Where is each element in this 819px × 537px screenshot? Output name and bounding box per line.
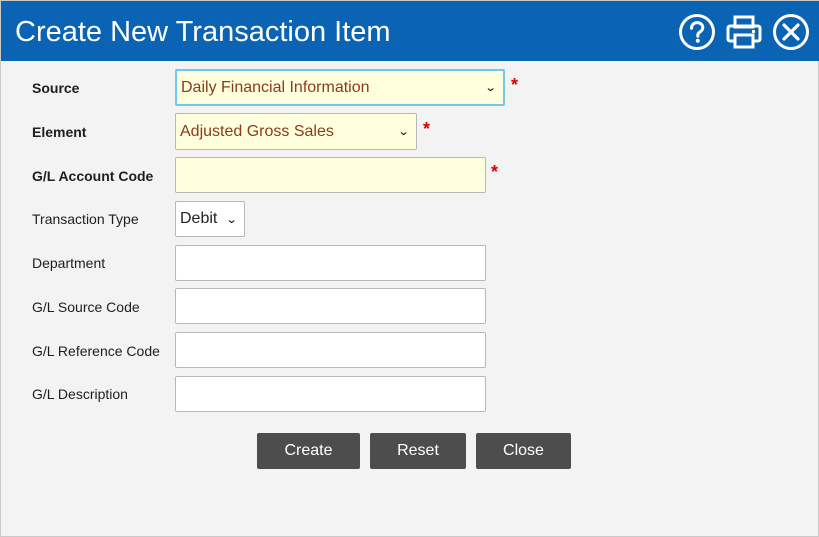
- close-icon[interactable]: [772, 13, 810, 51]
- gl-description-label: G/L Description: [32, 386, 128, 402]
- dialog-titlebar: Create New Transaction Item: [1, 1, 819, 61]
- transaction-type-select[interactable]: Debit ⌄: [175, 201, 245, 237]
- dialog-title: Create New Transaction Item: [15, 16, 391, 48]
- gl-source-code-label: G/L Source Code: [32, 299, 140, 315]
- chevron-down-icon: ⌄: [484, 82, 497, 94]
- reset-button[interactable]: Reset: [370, 433, 466, 469]
- print-icon[interactable]: [725, 13, 763, 51]
- chevron-down-icon: ⌄: [225, 213, 238, 226]
- gl-account-code-label: G/L Account Code: [32, 168, 154, 184]
- element-select-value: Adjusted Gross Sales: [180, 122, 334, 140]
- required-asterisk: *: [423, 119, 431, 139]
- element-select[interactable]: Adjusted Gross Sales ⌄: [175, 113, 417, 150]
- gl-source-code-input[interactable]: [175, 288, 486, 324]
- help-icon[interactable]: [678, 13, 716, 51]
- department-label: Department: [32, 255, 106, 271]
- source-select[interactable]: Daily Financial Information ⌄: [175, 69, 505, 106]
- transaction-type-value: Debit: [180, 210, 218, 227]
- gl-reference-code-label: G/L Reference Code: [32, 343, 160, 359]
- gl-description-input[interactable]: [175, 376, 486, 412]
- gl-account-code-input[interactable]: [175, 157, 486, 193]
- chevron-down-icon: ⌄: [397, 126, 410, 138]
- source-label: Source: [32, 80, 80, 96]
- create-transaction-item-dialog: Create New Transaction Item Source Daily…: [0, 0, 819, 537]
- create-button[interactable]: Create: [257, 433, 360, 469]
- required-asterisk: *: [491, 162, 499, 182]
- close-button[interactable]: Close: [476, 433, 571, 469]
- transaction-type-label: Transaction Type: [32, 211, 139, 227]
- required-asterisk: *: [511, 75, 519, 95]
- element-label: Element: [32, 124, 87, 140]
- department-input[interactable]: [175, 245, 486, 281]
- gl-reference-code-input[interactable]: [175, 332, 486, 368]
- source-select-value: Daily Financial Information: [181, 78, 370, 96]
